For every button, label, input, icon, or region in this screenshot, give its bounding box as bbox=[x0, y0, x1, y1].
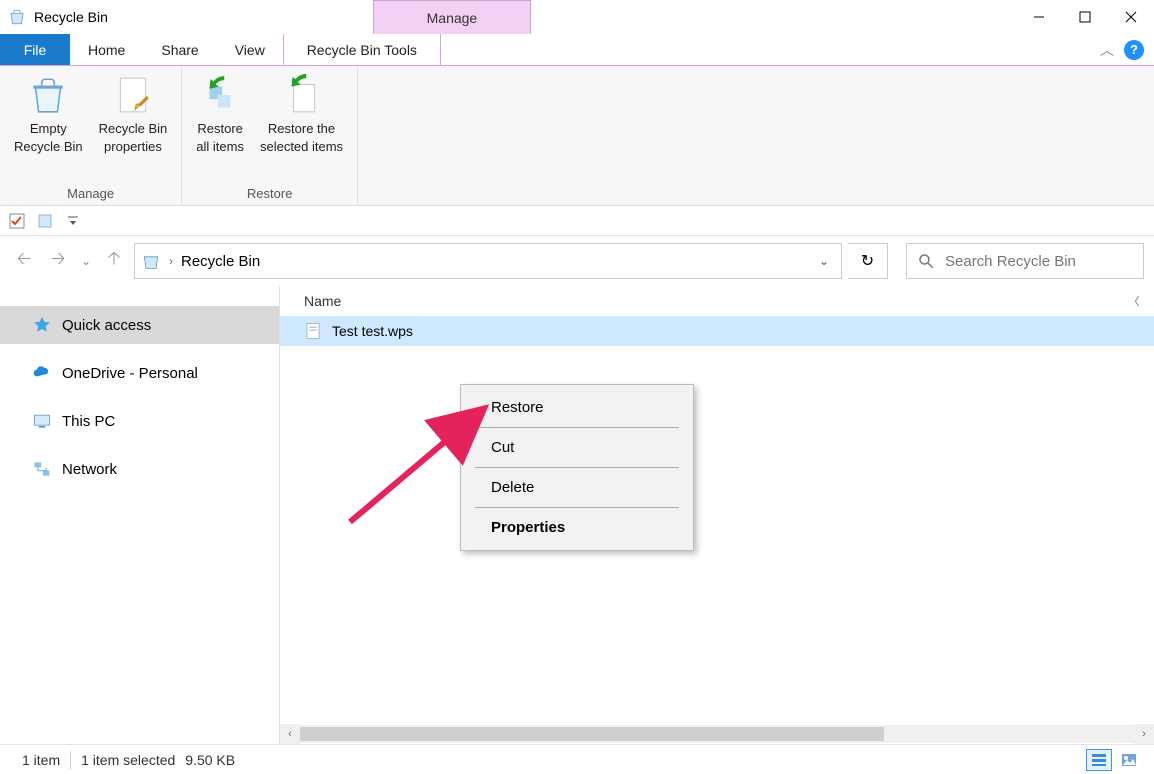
context-menu: Restore Cut Delete Properties bbox=[460, 384, 694, 551]
file-list: Test test.wps bbox=[280, 316, 1154, 346]
view-large-icons-button[interactable] bbox=[1116, 749, 1142, 771]
restore-all-items-button[interactable]: Restore all items bbox=[188, 70, 252, 181]
breadcrumb-location[interactable]: Recycle Bin bbox=[181, 253, 260, 270]
window-controls bbox=[1016, 0, 1154, 34]
minimize-button[interactable] bbox=[1016, 0, 1062, 34]
breadcrumb-separator-icon[interactable]: › bbox=[169, 254, 173, 268]
navpane-item-quick-access[interactable]: Quick access bbox=[0, 306, 279, 344]
context-menu-separator bbox=[475, 427, 679, 428]
navpane-item-label: OneDrive - Personal bbox=[62, 365, 198, 382]
properties-icon bbox=[112, 74, 154, 116]
tab-file[interactable]: File bbox=[0, 34, 70, 65]
content-pane: Name 〈 Test test.wps ‹ › bbox=[280, 286, 1154, 744]
quick-access-star-icon bbox=[32, 315, 52, 335]
navpane-item-label: Quick access bbox=[62, 317, 151, 334]
empty-recycle-bin-button[interactable]: Empty Recycle Bin bbox=[6, 70, 91, 181]
context-menu-restore[interactable]: Restore bbox=[461, 391, 693, 424]
titlebar-left: Recycle Bin bbox=[0, 0, 108, 34]
tab-view[interactable]: View bbox=[217, 34, 283, 65]
context-menu-cut[interactable]: Cut bbox=[461, 431, 693, 464]
column-headers: Name 〈 bbox=[280, 286, 1154, 316]
ribbon-btn-label: Restore all items bbox=[196, 120, 244, 156]
address-history-dropdown-icon[interactable]: ⌄ bbox=[813, 254, 835, 268]
file-name: Test test.wps bbox=[332, 323, 413, 339]
titlebar-mid: Manage bbox=[108, 0, 1016, 34]
empty-bin-icon bbox=[27, 74, 69, 116]
context-menu-delete[interactable]: Delete bbox=[461, 471, 693, 504]
context-menu-separator bbox=[475, 467, 679, 468]
restore-selected-items-button[interactable]: Restore the selected items bbox=[252, 70, 351, 181]
help-icon[interactable]: ? bbox=[1124, 40, 1144, 60]
quick-access-toolbar bbox=[0, 206, 1154, 236]
tab-home[interactable]: Home bbox=[70, 34, 143, 65]
location-recycle-bin-icon bbox=[141, 251, 161, 271]
forward-button[interactable]: 🡢 bbox=[44, 247, 72, 275]
status-selection-count: 1 item selected bbox=[71, 752, 185, 768]
qat-folder-icon[interactable] bbox=[36, 212, 54, 230]
search-input[interactable] bbox=[945, 253, 1133, 270]
wps-file-icon bbox=[304, 322, 322, 340]
scroll-thumb[interactable] bbox=[300, 727, 884, 741]
navigation-pane: Quick access OneDrive - Personal This PC… bbox=[0, 286, 280, 744]
refresh-button[interactable]: ↻ bbox=[848, 243, 888, 279]
recycle-bin-icon bbox=[8, 8, 26, 26]
recent-locations-dropdown[interactable]: ⌄ bbox=[78, 247, 94, 275]
maximize-button[interactable] bbox=[1062, 0, 1108, 34]
tab-recycle-bin-tools[interactable]: Recycle Bin Tools bbox=[283, 34, 441, 65]
qat-customize-dropdown-icon[interactable] bbox=[64, 212, 82, 230]
this-pc-icon bbox=[32, 411, 52, 431]
file-row[interactable]: Test test.wps bbox=[280, 316, 1154, 346]
back-button[interactable]: 🡠 bbox=[10, 247, 38, 275]
scroll-left-button[interactable]: ‹ bbox=[280, 724, 300, 744]
ribbon-collapse-icon[interactable]: ︿ bbox=[1098, 41, 1116, 59]
ribbon-group-manage: Empty Recycle Bin Recycle Bin properties… bbox=[0, 66, 182, 205]
tab-share[interactable]: Share bbox=[143, 34, 216, 65]
ribbon-group-label: Manage bbox=[0, 181, 181, 205]
close-button[interactable] bbox=[1108, 0, 1154, 34]
navpane-item-label: Network bbox=[62, 461, 117, 478]
onedrive-cloud-icon bbox=[32, 363, 52, 383]
ribbon-group-restore: Restore all items Restore the selected i… bbox=[182, 66, 358, 205]
navigation-bar: 🡠 🡢 ⌄ 🡡 › Recycle Bin ⌄ ↻ bbox=[0, 236, 1154, 286]
sort-indicator-icon[interactable]: 〈 bbox=[1114, 293, 1154, 309]
column-header-name[interactable]: Name bbox=[304, 293, 1114, 309]
up-button[interactable]: 🡡 bbox=[100, 247, 128, 275]
context-menu-separator bbox=[475, 507, 679, 508]
ribbon: Empty Recycle Bin Recycle Bin properties… bbox=[0, 66, 1154, 206]
restore-all-icon bbox=[199, 74, 241, 116]
scroll-right-button[interactable]: › bbox=[1134, 724, 1154, 744]
horizontal-scrollbar[interactable]: ‹ › bbox=[280, 724, 1154, 744]
contextual-tab-header[interactable]: Manage bbox=[373, 0, 531, 34]
navpane-item-network[interactable]: Network bbox=[0, 450, 279, 488]
scroll-track[interactable] bbox=[300, 725, 1134, 743]
ribbon-tabstrip: File Home Share View Recycle Bin Tools ︿… bbox=[0, 34, 1154, 66]
titlebar: Recycle Bin Manage bbox=[0, 0, 1154, 34]
search-box[interactable] bbox=[906, 243, 1144, 279]
ribbon-btn-label: Empty Recycle Bin bbox=[14, 120, 83, 156]
ribbon-btn-label: Restore the selected items bbox=[260, 120, 343, 156]
navpane-item-this-pc[interactable]: This PC bbox=[0, 402, 279, 440]
search-icon bbox=[917, 252, 935, 270]
navpane-item-onedrive[interactable]: OneDrive - Personal bbox=[0, 354, 279, 392]
qat-check-icon[interactable] bbox=[8, 212, 26, 230]
address-bar[interactable]: › Recycle Bin ⌄ bbox=[134, 243, 842, 279]
network-icon bbox=[32, 459, 52, 479]
ribbon-btn-label: Recycle Bin properties bbox=[99, 120, 168, 156]
navpane-item-label: This PC bbox=[62, 413, 115, 430]
status-selection-size: 9.50 KB bbox=[185, 752, 245, 768]
window-title: Recycle Bin bbox=[34, 9, 108, 25]
status-bar: 1 item 1 item selected 9.50 KB bbox=[0, 744, 1154, 774]
ribbon-group-label: Restore bbox=[182, 181, 357, 205]
status-item-count: 1 item bbox=[12, 752, 70, 768]
context-menu-properties[interactable]: Properties bbox=[461, 511, 693, 544]
view-details-button[interactable] bbox=[1086, 749, 1112, 771]
restore-selected-icon bbox=[281, 74, 323, 116]
recycle-bin-properties-button[interactable]: Recycle Bin properties bbox=[91, 70, 176, 181]
